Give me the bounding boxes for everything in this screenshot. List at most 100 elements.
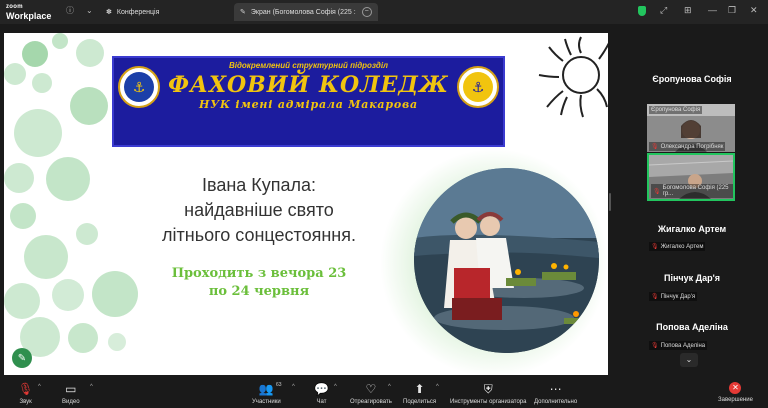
chat-label: Чат — [316, 399, 327, 405]
more-button[interactable]: ⋯ Дополнительно — [534, 382, 577, 405]
annotate-pen-button[interactable]: ✎ — [12, 348, 32, 368]
zoom-logo: zoom Workplace — [6, 3, 51, 21]
zoom-window: zoom Workplace ⓘ ⌄ ✽ Конференція ✎ Экран… — [0, 0, 768, 408]
decor-bubble — [76, 223, 98, 245]
paw-icon: ✽ — [106, 9, 112, 16]
restore-icon[interactable]: ❐ — [728, 5, 736, 16]
decor-bubble — [4, 283, 40, 319]
slide-title-line2: найдавніше свято — [184, 200, 334, 220]
mic-muted-icon: 🎙 — [651, 294, 659, 300]
grid-icon[interactable]: ⊞ — [684, 5, 692, 16]
decor-bubble — [68, 323, 98, 353]
participant-name-text: Попова Аделіна — [660, 342, 706, 349]
chevron-down-icon[interactable]: ⌄ — [86, 6, 93, 16]
react-label: Отреагировать — [350, 399, 392, 405]
logo-line2: Workplace — [6, 11, 52, 21]
audio-button[interactable]: 🎙 Звук — [18, 382, 33, 405]
banner-subtitle-top: Відокремлений структурний підрозділ — [228, 61, 389, 70]
close-icon: ✕ — [729, 382, 742, 394]
decor-bubble — [4, 63, 26, 85]
decor-bubble — [70, 87, 108, 125]
tab-screen-share[interactable]: ✎ Экран (Богомолова Софія (225 : − — [234, 3, 378, 21]
participant-name-label: Єропунова Софія — [649, 106, 703, 114]
college-banner: ⚓ ⚓ Відокремлений структурний підрозділ … — [112, 56, 505, 147]
close-icon[interactable]: − — [361, 7, 372, 17]
decor-bubble — [14, 109, 62, 157]
panel-resize-handle[interactable] — [609, 193, 611, 211]
share-options-caret[interactable]: ^ — [436, 384, 439, 390]
slide-title-line1: Івана Купала: — [201, 175, 317, 195]
participants-icon: 👥 — [258, 382, 274, 396]
participant-name-heading: Єропунова Софія — [652, 74, 732, 84]
participant-name-text: Єропунова Софія — [651, 107, 701, 113]
participants-gallery: Єропунова Софія Єропунова Софія 🎙 Олекса… — [616, 60, 768, 372]
audio-options-caret[interactable]: ^ — [38, 384, 41, 390]
mic-muted-icon: 🎙 — [651, 144, 659, 150]
gallery-scroll-down-button[interactable]: ⌄ — [680, 353, 698, 367]
tab-conference[interactable]: ✽ Конференція — [106, 3, 159, 21]
share-screen-button[interactable]: ⬆ Поделиться — [403, 382, 436, 405]
participant-name-label: 🎙 Олександра Погрібняк — [649, 142, 726, 151]
decor-bubble — [4, 163, 34, 193]
react-button[interactable]: ♡ Отреагировать — [350, 382, 392, 405]
decor-bubble — [108, 333, 126, 351]
video-button[interactable]: ▭ Видео — [62, 382, 80, 405]
video-camera-icon: ▭ — [65, 382, 77, 396]
more-label: Дополнительно — [534, 399, 578, 405]
heart-icon: ♡ — [365, 382, 377, 396]
meeting-toolbar: 🎙 Звук ^ ▭ Видео ^ 👥 Участники 63 ^ 💬 Ча… — [0, 378, 768, 408]
mic-muted-icon: 🎙 — [651, 244, 659, 250]
shield-icon[interactable] — [638, 6, 646, 16]
chat-options-caret[interactable]: ^ — [334, 384, 337, 390]
end-meeting-button[interactable]: ✕ Завершение — [718, 382, 753, 403]
pen-icon: ✎ — [17, 352, 27, 364]
participant-video-active[interactable]: 🎙 Богомолова Софія (225 гр... — [647, 153, 735, 201]
participant-name-label: 🎙 Пінчук Дар'я — [649, 292, 698, 301]
slide-date-line1: Проходить з вечора 23 — [171, 266, 347, 281]
host-tools-button[interactable]: ⛨ Инструменты организатора — [450, 382, 526, 405]
close-window-icon[interactable]: ✕ — [750, 5, 758, 16]
participant-name-text: Жигалко Артем — [660, 243, 704, 250]
decor-bubble — [92, 271, 138, 317]
participant-name-text: Пінчук Дар'я — [660, 293, 696, 300]
minimize-icon[interactable]: — — [708, 5, 717, 15]
shield-icon: ⛨ — [483, 382, 493, 396]
participant-name-label: 🎙 Попова Аделіна — [649, 341, 708, 350]
title-bar: zoom Workplace ⓘ ⌄ ✽ Конференція ✎ Экран… — [0, 0, 768, 24]
participant-name-text: Олександра Погрібняк — [660, 143, 724, 150]
decor-bubble — [76, 39, 104, 67]
participant-name-text: Богомолова Софія (225 гр... — [662, 185, 729, 197]
decor-bubble — [52, 279, 84, 311]
host-tools-label: Инструменты организатора — [450, 399, 527, 405]
tab-conference-label: Конференція — [116, 8, 160, 16]
participants-count: 63 — [276, 382, 282, 388]
decor-bubble — [10, 203, 36, 229]
slide-title-line3: літнього сонцестояння. — [162, 225, 356, 245]
more-dots-icon: ⋯ — [549, 382, 562, 396]
pencil-icon: ✎ — [240, 9, 246, 16]
banner-title: ФАХОВИЙ КОЛЕДЖ — [168, 72, 449, 98]
participant-name-heading: Попова Аделіна — [656, 322, 728, 332]
info-icon[interactable]: ⓘ — [66, 6, 74, 16]
shared-slide: ⚓ ⚓ Відокремлений структурний підрозділ … — [4, 33, 608, 375]
audio-label: Звук — [19, 399, 32, 405]
chat-button[interactable]: 💬 Чат — [314, 382, 329, 405]
decor-bubble — [22, 41, 48, 67]
kupala-photo — [414, 168, 599, 353]
slide-title: Івана Купала: найдавніше свято літнього … — [144, 173, 374, 248]
participants-label: Участники — [252, 399, 281, 405]
decor-bubble — [46, 157, 90, 201]
participants-options-caret[interactable]: ^ — [292, 384, 295, 390]
video-label: Видео — [62, 399, 80, 405]
sun-drawing — [538, 36, 608, 118]
kupala-photo-drawing — [414, 168, 599, 353]
decor-bubble — [24, 235, 68, 279]
mic-muted-icon: 🎙 — [653, 188, 661, 195]
chevron-down-icon: ⌄ — [685, 355, 693, 364]
react-options-caret[interactable]: ^ — [388, 384, 391, 390]
decor-bubble — [32, 73, 52, 93]
window-expand-icon[interactable]: ⤢ — [660, 5, 667, 16]
participant-video[interactable]: Єропунова Софія 🎙 Олександра Погрібняк — [647, 104, 735, 152]
share-label: Поделиться — [403, 399, 437, 405]
video-options-caret[interactable]: ^ — [90, 384, 93, 390]
